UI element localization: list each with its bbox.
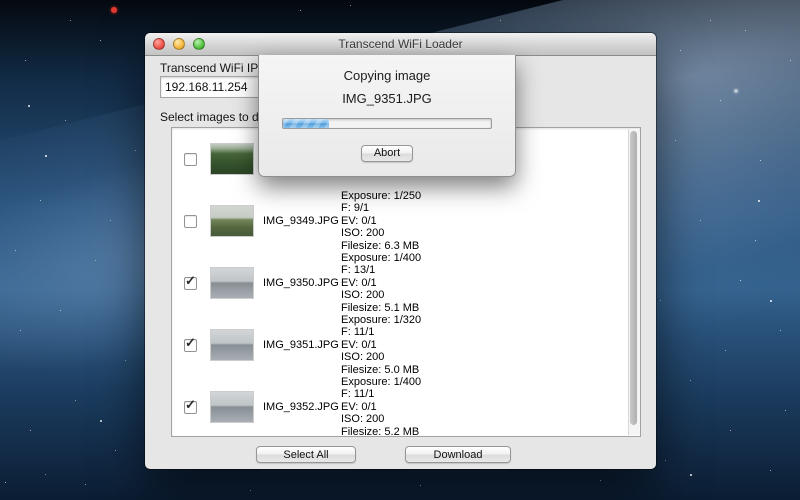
window-title: Transcend WiFi Loader [145, 37, 656, 51]
star-field [5, 482, 6, 483]
image-checkbox-1[interactable] [184, 153, 197, 166]
image-checkbox-3[interactable]: ✓ [184, 277, 197, 290]
image-thumbnail-1 [211, 144, 253, 174]
image-thumbnail-3 [211, 268, 253, 298]
image-filename-4: IMG_9351.JPG [263, 339, 341, 351]
red-indicator-dot [111, 7, 117, 13]
check-icon: ✓ [185, 398, 196, 411]
image-thumbnail-2 [211, 206, 253, 236]
image-row-3: ✓ IMG_9350.JPG Exposure: 1/400F: 13/1EV:… [172, 252, 640, 314]
image-thumbnail-5 [211, 392, 253, 422]
image-thumbnail-4 [211, 330, 253, 360]
check-icon: ✓ [185, 274, 196, 287]
sheet-title: Copying image [259, 68, 515, 83]
window-titlebar[interactable]: Transcend WiFi Loader [145, 33, 656, 56]
image-checkbox-5[interactable]: ✓ [184, 401, 197, 414]
image-checkbox-4[interactable]: ✓ [184, 339, 197, 352]
select-all-button[interactable]: Select All [256, 446, 356, 463]
image-row-5: ✓ IMG_9352.JPG Exposure: 1/400F: 11/1EV:… [172, 376, 640, 438]
abort-button[interactable]: Abort [361, 145, 413, 162]
image-details-4: Exposure: 1/320F: 11/1EV: 0/1ISO: 200Fil… [341, 314, 421, 376]
image-row-4: ✓ IMG_9351.JPG Exposure: 1/320F: 11/1EV:… [172, 314, 640, 376]
image-checkbox-2[interactable] [184, 215, 197, 228]
download-button[interactable]: Download [405, 446, 511, 463]
image-details-5: Exposure: 1/400F: 11/1EV: 0/1ISO: 200Fil… [341, 376, 421, 438]
star-field-bright [735, 90, 737, 92]
ip-label: Transcend WiFi IP: [160, 61, 262, 75]
progress-bar [282, 118, 492, 129]
sheet-copying-filename: IMG_9351.JPG [259, 91, 515, 106]
scrollbar-thumb[interactable] [630, 131, 637, 425]
app-window: Transcend WiFi Loader Transcend WiFi IP:… [145, 33, 656, 469]
image-row-2: IMG_9349.JPG Exposure: 1/250F: 9/1EV: 0/… [172, 190, 640, 252]
check-icon: ✓ [185, 336, 196, 349]
progress-fill [283, 119, 329, 128]
image-filename-5: IMG_9352.JPG [263, 401, 341, 413]
image-filename-2: IMG_9349.JPG [263, 215, 341, 227]
copy-progress-sheet: Copying image IMG_9351.JPG Abort [258, 55, 516, 177]
image-filename-3: IMG_9350.JPG [263, 277, 341, 289]
image-details-3: Exposure: 1/400F: 13/1EV: 0/1ISO: 200Fil… [341, 252, 421, 314]
image-details-2: Exposure: 1/250F: 9/1EV: 0/1ISO: 200File… [341, 190, 421, 252]
desktop-wallpaper: Transcend WiFi Loader Transcend WiFi IP:… [0, 0, 800, 500]
list-scrollbar[interactable] [628, 129, 639, 435]
